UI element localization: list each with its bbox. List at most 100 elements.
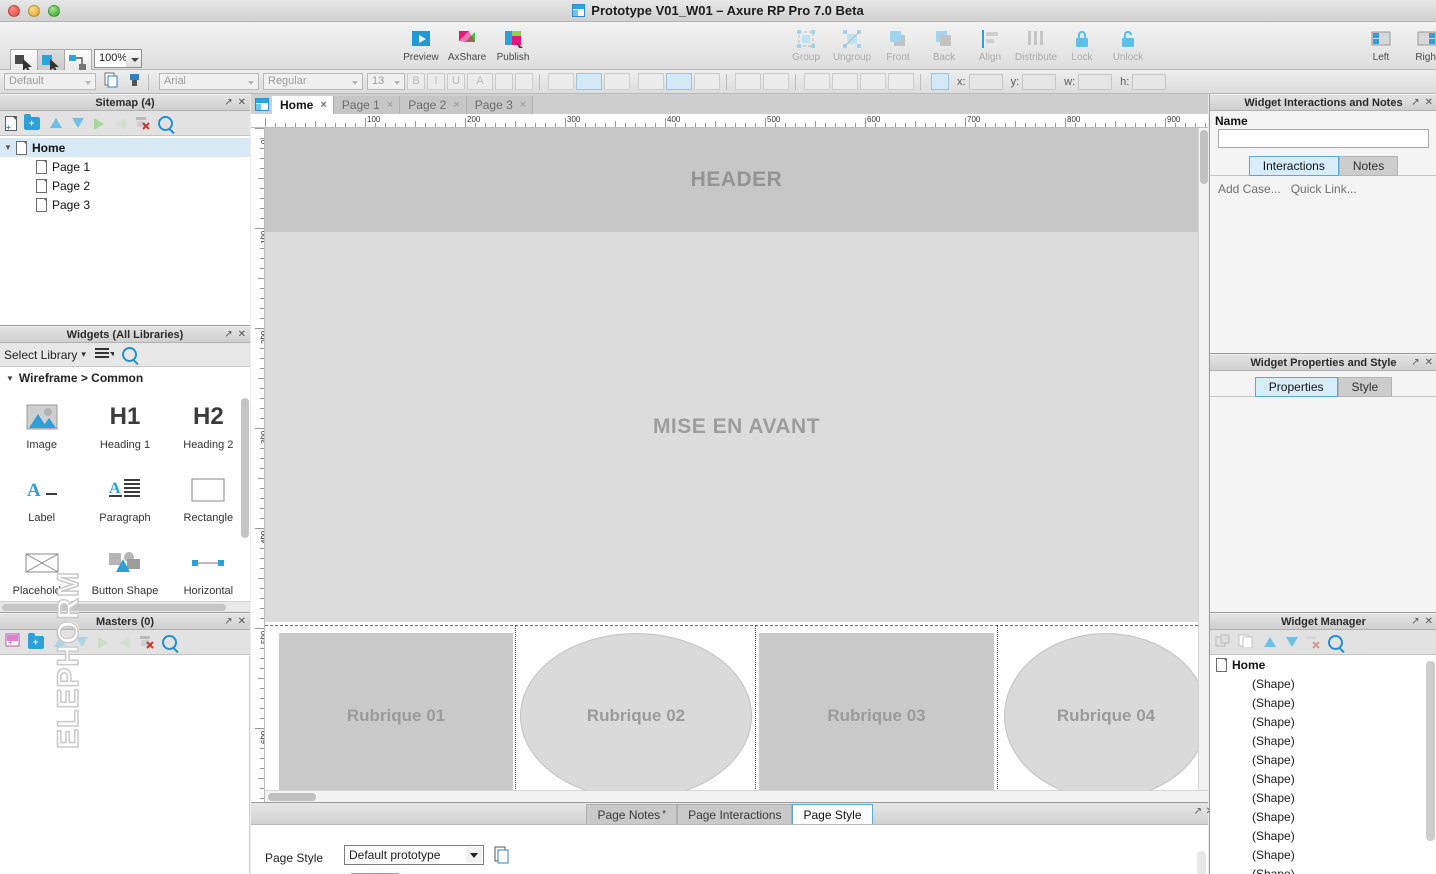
widget-label-item[interactable]: A Label bbox=[0, 462, 83, 535]
arrow-end-button[interactable] bbox=[888, 73, 914, 90]
copy-style-icon[interactable] bbox=[494, 846, 510, 867]
widget-manager-row[interactable]: (Shape) bbox=[1210, 731, 1436, 750]
rubrique-03-block[interactable]: Rubrique 03 bbox=[759, 633, 994, 799]
window-traffic-lights[interactable] bbox=[8, 5, 60, 17]
send-back-button[interactable]: Back bbox=[921, 25, 967, 63]
indent-icon[interactable] bbox=[95, 635, 110, 649]
rubrique-04-block[interactable]: Rubrique 04 bbox=[1004, 633, 1208, 799]
close-window-button[interactable] bbox=[8, 5, 20, 17]
widget-rectangle[interactable]: Rectangle bbox=[167, 462, 250, 535]
h-input[interactable] bbox=[1132, 73, 1167, 90]
publish-button[interactable]: Publish bbox=[490, 25, 536, 63]
widget-manager-scrollbar[interactable] bbox=[1426, 661, 1435, 841]
add-case-link[interactable]: Add Case... bbox=[1218, 182, 1281, 196]
library-options-icon[interactable] bbox=[94, 346, 116, 363]
chevron-down-icon[interactable]: ▼ bbox=[6, 374, 14, 383]
align-left-button[interactable] bbox=[548, 73, 574, 90]
font-color-button[interactable]: A bbox=[467, 73, 493, 90]
widget-manager-row[interactable]: (Shape) bbox=[1210, 693, 1436, 712]
bullet-list-button[interactable] bbox=[495, 73, 513, 90]
add-page-icon[interactable]: + bbox=[5, 115, 17, 131]
widget-manager-row[interactable]: (Shape) bbox=[1210, 807, 1436, 826]
tab-interactions[interactable]: Interactions bbox=[1248, 156, 1339, 176]
widget-manager-row[interactable]: (Shape) bbox=[1210, 674, 1436, 693]
underline-button[interactable]: U bbox=[447, 73, 465, 90]
sitemap-expand-icon[interactable]: ↗ bbox=[224, 97, 232, 108]
add-folder-icon[interactable]: + bbox=[28, 632, 44, 649]
paint-format-icon[interactable] bbox=[127, 72, 142, 91]
toggle-left-pane-button[interactable]: Left bbox=[1358, 25, 1404, 63]
align-center-button[interactable] bbox=[576, 73, 602, 90]
tab-properties[interactable]: Properties bbox=[1254, 377, 1338, 397]
masters-close-icon[interactable]: ✕ bbox=[238, 616, 246, 627]
search-icon[interactable] bbox=[162, 634, 177, 650]
x-input[interactable] bbox=[968, 73, 1003, 90]
italic-button[interactable]: I bbox=[427, 73, 445, 90]
close-tab-icon[interactable]: × bbox=[520, 99, 526, 111]
duplicate-icon[interactable] bbox=[1238, 634, 1254, 651]
add-folder-icon[interactable]: + bbox=[24, 113, 40, 130]
copy-format-icon[interactable] bbox=[104, 72, 119, 91]
line-color-button[interactable] bbox=[763, 73, 789, 90]
canvas-horizontal-scrollbar[interactable] bbox=[265, 790, 1208, 802]
sitemap-close-icon[interactable]: ✕ bbox=[238, 97, 246, 108]
widget-image[interactable]: Image bbox=[0, 389, 83, 462]
widget-placeholder[interactable]: Placeholder bbox=[0, 535, 83, 608]
masters-expand-icon[interactable]: ↗ bbox=[224, 616, 232, 627]
search-icon[interactable] bbox=[158, 115, 173, 131]
page-tab-page-3[interactable]: Page 3 × bbox=[466, 96, 534, 114]
move-up-icon[interactable] bbox=[1261, 635, 1276, 649]
widget-button-shape[interactable]: Button Shape bbox=[83, 535, 166, 608]
tab-page-style[interactable]: Page Style bbox=[792, 804, 873, 824]
line-style-button[interactable] bbox=[832, 73, 858, 90]
sitemap-item-page-1[interactable]: Page 1 bbox=[0, 157, 250, 176]
widget-manager-row-home[interactable]: Home bbox=[1210, 655, 1436, 674]
interactions-expand-icon[interactable]: ↗ bbox=[1411, 97, 1419, 108]
page-tab-home[interactable]: Home × bbox=[272, 96, 334, 114]
w-input[interactable] bbox=[1078, 73, 1113, 90]
widget-paragraph[interactable]: A Paragraph bbox=[83, 462, 166, 535]
move-up-icon[interactable] bbox=[47, 116, 62, 130]
tab-notes[interactable]: Notes bbox=[1338, 156, 1399, 176]
sitemap-item-page-3[interactable]: Page 3 bbox=[0, 195, 250, 214]
maximize-window-button[interactable] bbox=[48, 5, 60, 17]
properties-close-icon[interactable]: ✕ bbox=[1425, 357, 1433, 368]
close-tab-icon[interactable]: × bbox=[387, 99, 393, 111]
line-width-button[interactable] bbox=[804, 73, 830, 90]
widget-manager-row[interactable]: (Shape) bbox=[1210, 845, 1436, 864]
toggle-right-pane-button[interactable]: Right bbox=[1404, 25, 1436, 63]
location-size-toggle[interactable] bbox=[931, 73, 949, 90]
delete-icon[interactable] bbox=[135, 116, 151, 130]
minimize-window-button[interactable] bbox=[28, 5, 40, 17]
widget-manager-close-icon[interactable]: ✕ bbox=[1425, 616, 1433, 627]
valign-middle-button[interactable] bbox=[666, 73, 692, 90]
align-right-button[interactable] bbox=[604, 73, 630, 90]
add-master-icon[interactable]: + bbox=[5, 633, 21, 651]
search-icon[interactable] bbox=[121, 347, 137, 362]
widgets-close-icon[interactable]: ✕ bbox=[238, 329, 246, 340]
properties-expand-icon[interactable]: ↗ bbox=[1411, 357, 1419, 368]
zoom-dropdown-arrow-icon[interactable] bbox=[126, 49, 142, 68]
unlock-button[interactable]: Unlock bbox=[1105, 25, 1151, 63]
design-canvas[interactable]: HEADER MISE EN AVANT Rubrique 01 Rubriqu… bbox=[265, 128, 1208, 802]
distribute-button[interactable]: Distribute bbox=[1013, 25, 1059, 63]
tab-page-interactions[interactable]: Page Interactions bbox=[677, 804, 793, 824]
close-tab-icon[interactable]: × bbox=[453, 99, 459, 111]
group-button[interactable]: Group bbox=[783, 25, 829, 63]
widget-name-input[interactable] bbox=[1218, 129, 1429, 148]
tab-style[interactable]: Style bbox=[1337, 377, 1393, 397]
close-tab-icon[interactable]: × bbox=[320, 99, 326, 111]
chevron-down-icon[interactable]: ▾ bbox=[81, 349, 86, 360]
fill-color-button[interactable] bbox=[735, 73, 761, 90]
search-icon[interactable] bbox=[1328, 634, 1343, 650]
widgets-vertical-scrollbar[interactable] bbox=[241, 398, 249, 538]
canvas-vertical-scrollbar[interactable] bbox=[1198, 128, 1208, 790]
chevron-down-icon[interactable] bbox=[466, 847, 482, 863]
outdent-icon[interactable] bbox=[113, 116, 128, 130]
move-down-icon[interactable] bbox=[69, 116, 84, 130]
font-family-select[interactable]: Arial bbox=[159, 73, 259, 90]
interactions-close-icon[interactable]: ✕ bbox=[1425, 97, 1433, 108]
widget-horizontal-line[interactable]: Horizontal bbox=[167, 535, 250, 608]
chevron-down-icon[interactable]: ▼ bbox=[4, 143, 16, 152]
bring-front-button[interactable]: Front bbox=[875, 25, 921, 63]
